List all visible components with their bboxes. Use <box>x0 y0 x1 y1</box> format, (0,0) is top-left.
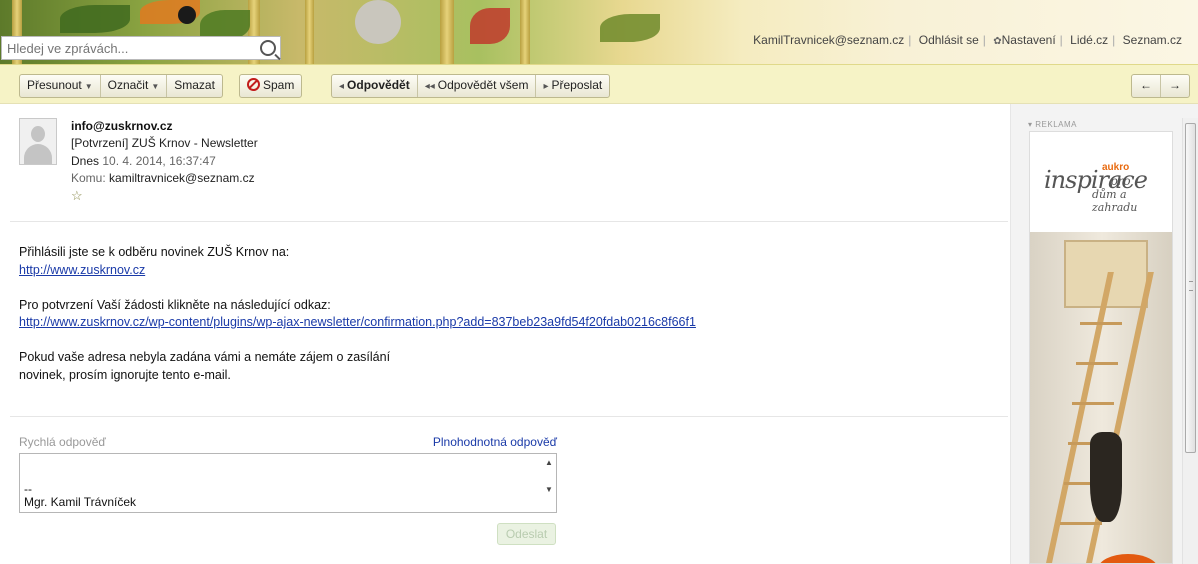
ad-headline-pro: pro <box>1110 174 1131 188</box>
body-text: Přihlásili jste se k odběru novinek ZUŠ … <box>19 245 290 259</box>
body-paragraph: Pro potvrzení Vaší žádosti klikněte na n… <box>19 297 696 332</box>
avatar-body-icon <box>24 144 52 164</box>
leaf-decoration <box>60 5 130 33</box>
ad-photo <box>1030 232 1172 563</box>
body-text: novinek, prosím ignorujte tento e-mail. <box>19 367 231 382</box>
ad-subline: dům a zahradu <box>1092 188 1138 214</box>
move-button[interactable]: Přesunout ▼ <box>20 75 101 97</box>
reply-button[interactable]: ◂ Odpovědět <box>332 75 418 97</box>
search-box[interactable] <box>1 36 281 60</box>
header-banner: KamilTravnicek@seznam.cz| Odhlásit se| ✿… <box>0 0 1198 64</box>
ladder-rail <box>1084 272 1154 563</box>
delete-button[interactable]: Smazat <box>167 75 222 97</box>
ladder-rung <box>1080 322 1122 325</box>
send-button[interactable]: Odeslat <box>497 523 556 545</box>
scroll-grip-icon <box>1189 281 1193 291</box>
body-divider <box>10 416 1008 417</box>
body-text: Pokud vaše adresa nebyla zadána vámi a n… <box>19 350 391 364</box>
flower-decoration <box>470 8 510 44</box>
scroll-up-icon[interactable]: ▲ <box>542 458 556 467</box>
search-icon[interactable] <box>260 40 276 56</box>
body-paragraph: Pokud vaše adresa nebyla zadána vámi a n… <box>19 349 696 384</box>
reply-all-button[interactable]: ◂◂ Odpovědět všem <box>418 75 537 97</box>
website-link[interactable]: http://www.zuskrnov.cz <box>19 263 145 277</box>
seznam-link[interactable]: Seznam.cz <box>1119 33 1186 47</box>
user-email: KamilTravnicek@seznam.cz <box>753 33 905 47</box>
message-view: info@zuskrnov.cz [Potvrzení] ZUŠ Krnov -… <box>10 105 1010 564</box>
recipient-line: Komu: kamiltravnicek@seznam.cz <box>71 170 258 187</box>
ladder-rung <box>1072 402 1114 405</box>
bamboo-decoration <box>305 0 314 64</box>
scroll-thumb[interactable] <box>1185 123 1196 453</box>
body-text: Pro potvrzení Vaší žádosti klikněte na n… <box>19 297 331 312</box>
forward-arrow-icon: ▸ <box>543 81 549 92</box>
search-input[interactable] <box>7 38 257 58</box>
bamboo-decoration <box>520 0 530 64</box>
mark-label: Označit <box>107 78 149 92</box>
forward-button[interactable]: ▸ Přeposlat <box>536 75 609 97</box>
bamboo-decoration <box>440 0 454 64</box>
reply-arrow-icon: ◂ <box>339 81 345 92</box>
koala-icon <box>355 0 401 44</box>
spam-label: Spam <box>263 78 295 92</box>
orange-ball <box>1098 554 1158 563</box>
ad-label-text: REKLAMA <box>1035 120 1077 129</box>
recipient-address: kamiltravnicek@seznam.cz <box>109 170 255 185</box>
star-icon[interactable]: ☆ <box>71 187 258 204</box>
message-date: Dnes 10. 4. 2014, 16:37:47 <box>71 153 258 170</box>
action-button-group: Přesunout ▼ Označit ▼ Smazat <box>19 74 223 98</box>
gear-icon: ✿ <box>993 36 1002 47</box>
person-silhouette <box>1090 432 1122 522</box>
leaf-decoration <box>600 14 660 42</box>
chevron-down-icon: ▼ <box>151 82 160 91</box>
delete-label: Smazat <box>174 78 215 92</box>
quick-reply: Rychlá odpověď Plnohodnotná odpověď ▲▼ <box>19 435 557 513</box>
top-links: KamilTravnicek@seznam.cz | Odhlásit se | ✿… <box>749 33 1186 47</box>
scroll-down-icon[interactable]: ▼ <box>542 485 556 494</box>
avatar-head-icon <box>31 126 45 142</box>
page-scrollbar[interactable] <box>1182 118 1198 564</box>
lide-link[interactable]: Lidé.cz <box>1066 33 1112 47</box>
ladder-rung <box>1060 522 1102 525</box>
navigation-button-group: ← → <box>1131 74 1190 98</box>
message-body: Přihlásili jste se k odběru novinek ZUŠ … <box>19 244 696 402</box>
spam-button-group: Spam <box>239 74 303 98</box>
message-subject: [Potvrzení] ZUŠ Krnov - Newsletter <box>71 136 258 151</box>
chevron-down-icon: ▼ <box>84 82 93 91</box>
date-value: 10. 4. 2014, 16:37:47 <box>102 153 216 168</box>
logout-link[interactable]: Odhlásit se <box>915 33 983 47</box>
textarea-scrollbar[interactable]: ▲ ▼ <box>542 454 556 512</box>
header-divider <box>10 221 1008 222</box>
settings-label: Nastavení <box>1001 33 1056 47</box>
toucan-icon <box>178 6 196 24</box>
previous-message-button[interactable]: ← <box>1132 75 1161 97</box>
sender-avatar <box>19 118 57 165</box>
reply-button-group: ◂ Odpovědět ◂◂ Odpovědět všem ▸ Přeposlat <box>331 74 611 98</box>
next-message-button[interactable]: → <box>1161 75 1189 97</box>
date-prefix: Dnes <box>71 153 100 168</box>
full-reply-link[interactable]: Plnohodnotná odpověď <box>433 435 557 449</box>
ad-label: ▾ REKLAMA <box>1028 120 1077 129</box>
forward-label: Přeposlat <box>551 78 603 92</box>
body-paragraph: Přihlásili jste se k odběru novinek ZUŠ … <box>19 244 696 279</box>
settings-link[interactable]: ✿Nastavení <box>989 33 1059 47</box>
ladder-rung <box>1076 362 1118 365</box>
reply-all-label: Odpovědět všem <box>437 78 529 92</box>
move-label: Přesunout <box>27 78 82 92</box>
quick-reply-textarea[interactable] <box>19 453 557 513</box>
sender-address[interactable]: info@zuskrnov.cz <box>71 118 258 135</box>
spam-button[interactable]: Spam <box>240 75 301 97</box>
mark-button[interactable]: Označit ▼ <box>101 75 168 97</box>
message-header: info@zuskrnov.cz [Potvrzení] ZUŠ Krnov -… <box>71 118 258 204</box>
reply-all-arrow-icon: ◂◂ <box>424 81 435 92</box>
confirmation-link[interactable]: http://www.zuskrnov.cz/wp-content/plugin… <box>19 315 696 329</box>
recipient-label: Komu: <box>71 170 106 185</box>
quick-reply-label: Rychlá odpověď <box>19 435 106 449</box>
advertisement[interactable]: aukro inspirace pro dům a zahradu <box>1029 131 1173 564</box>
reply-label: Odpovědět <box>347 78 410 92</box>
toolbar: Přesunout ▼ Označit ▼ Smazat Spam ◂ Odpověd… <box>0 64 1198 104</box>
spam-icon <box>247 78 260 91</box>
ad-rail: ▾ REKLAMA aukro inspirace pro dům a zahr… <box>1010 104 1198 564</box>
